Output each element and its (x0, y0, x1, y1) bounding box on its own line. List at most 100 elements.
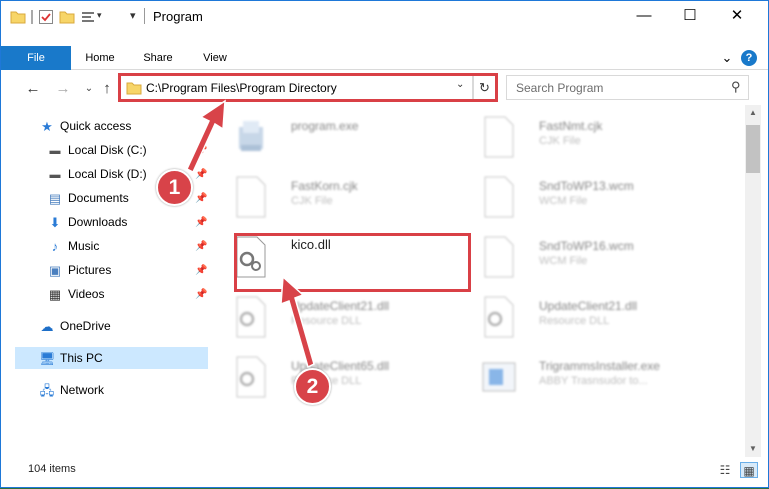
file-item[interactable]: UpdateClient21.dll Resource DLL (233, 289, 478, 347)
scroll-thumb[interactable] (746, 125, 760, 173)
item-count: 104 items (28, 463, 76, 475)
tab-home[interactable]: Home (77, 46, 123, 70)
title-separator (144, 8, 145, 24)
drive-icon: ▬ (49, 144, 61, 157)
step-2-callout: 2 (294, 368, 331, 405)
ribbon-tabs: File Home Share View ⌄ ? (1, 46, 768, 70)
vertical-scrollbar[interactable]: ▲ ▼ (745, 105, 761, 457)
file-item[interactable]: SndToWP16.wcm WCM File (481, 229, 726, 287)
file-type: WCM File (539, 255, 588, 267)
drive-icon: ▬ (49, 168, 61, 181)
videos-icon: ▦ (48, 286, 62, 302)
sidebar-item-label: Music (68, 239, 100, 253)
sidebar-item-music[interactable]: ♪ Music (47, 235, 209, 257)
new-folder-icon[interactable] (59, 9, 75, 25)
file-item[interactable]: program.exe (233, 109, 478, 167)
pin-icon[interactable]: 📌 (195, 241, 207, 252)
sidebar-item-label: Local Disk (C:) (68, 143, 147, 157)
file-explorer-window: ▾ ▾ Program — ☐ ✕ File Home Share View ⌄… (0, 0, 769, 488)
sidebar-item-label: Documents (68, 191, 129, 205)
sidebar-item-label: Videos (68, 287, 105, 301)
computer-icon: 🖥 (39, 350, 56, 366)
pin-icon[interactable]: 📌 (195, 289, 207, 300)
star-icon: ★ (41, 118, 53, 134)
sidebar-item-onedrive[interactable]: ☁ OneDrive (39, 315, 209, 337)
sidebar-item-label: Local Disk (D:) (68, 167, 147, 181)
properties-icon[interactable] (38, 9, 54, 25)
sidebar-item-label: Pictures (68, 263, 112, 277)
scroll-up-icon[interactable]: ▲ (745, 105, 761, 121)
file-type: ABBY Trasnsudor to... (539, 375, 648, 387)
address-highlight-box (118, 73, 498, 102)
dll-settings-icon (236, 296, 266, 338)
maximize-button[interactable]: ☐ (667, 1, 713, 32)
file-name: FastNmt.cjk (539, 119, 603, 133)
tab-file[interactable]: File (1, 46, 71, 70)
help-icon[interactable]: ? (741, 50, 757, 66)
file-type: CJK File (291, 195, 333, 207)
file-name: UpdateClient21.dll (539, 299, 638, 313)
expand-ribbon-icon[interactable]: ⌄ (719, 46, 735, 70)
file-item[interactable]: UpdateClient21.dll Resource DLL (481, 289, 726, 347)
folder-icon (10, 11, 26, 24)
file-item[interactable]: TrigrammsInstaller.exe ABBY Trasnsudor t… (481, 349, 726, 407)
sidebar-item-this-pc[interactable]: 🖥 This PC (15, 347, 208, 369)
pin-icon[interactable]: 📌 (195, 169, 207, 180)
file-type: WCM File (539, 195, 588, 207)
forward-button[interactable]: → (53, 79, 73, 99)
dll-settings-icon (484, 296, 514, 338)
document-icon (236, 176, 266, 218)
dll-settings-icon (236, 356, 266, 398)
back-button[interactable]: ← (23, 79, 43, 99)
minimize-button[interactable]: — (621, 1, 667, 32)
file-item[interactable]: UpdateClient65.dll Resource DLL (233, 349, 478, 407)
search-icon[interactable]: ⚲ (731, 79, 741, 95)
tab-share[interactable]: Share (135, 46, 181, 70)
customize-icon[interactable] (80, 9, 96, 25)
sidebar-item-label: Downloads (68, 215, 128, 229)
qa-dropdown-icon[interactable]: ▾ (97, 10, 102, 21)
file-name: UpdateClient21.dll (291, 299, 390, 313)
sidebar-item-label: Quick access (60, 119, 132, 133)
pin-icon[interactable]: 📌 (195, 265, 207, 276)
installer-icon (482, 362, 516, 392)
cloud-icon: ☁ (40, 318, 54, 334)
window-title: Program (153, 9, 203, 24)
scroll-down-icon[interactable]: ▼ (745, 441, 761, 457)
step-1-callout: 1 (156, 169, 193, 206)
sidebar-item-videos[interactable]: ▦ Videos (47, 283, 209, 305)
pin-icon[interactable]: 📌 (195, 217, 207, 228)
sidebar-item-pictures[interactable]: ▣ Pictures (47, 259, 209, 281)
pictures-icon: ▣ (48, 262, 62, 278)
documents-icon: ▤ (48, 190, 62, 206)
sidebar-item-downloads[interactable]: ⬇ Downloads (47, 211, 209, 233)
tab-view[interactable]: View (192, 46, 238, 70)
status-bar: 104 items ☷ ▦ (1, 457, 768, 487)
file-type: Resource DLL (291, 315, 362, 327)
document-icon (484, 176, 514, 218)
sidebar-item-local-disk-c[interactable]: ▬ Local Disk (C:) (47, 139, 209, 161)
file-item[interactable]: FastKorn.cjk CJK File (233, 169, 478, 227)
up-button[interactable]: ↑ (97, 79, 117, 99)
title-bar: ▾ ▾ Program — ☐ ✕ (1, 1, 768, 32)
close-button[interactable]: ✕ (714, 1, 760, 32)
sidebar-item-network[interactable]: 🖧 Network (39, 379, 209, 401)
sidebar-item-label: OneDrive (60, 319, 111, 333)
pin-icon[interactable]: 📌 (195, 193, 207, 204)
search-input[interactable] (507, 76, 727, 99)
file-item[interactable]: SndToWP13.wcm WCM File (481, 169, 726, 227)
details-view-button[interactable]: ☷ (716, 462, 734, 478)
installer-icon (239, 121, 263, 151)
file-item[interactable]: FastNmt.cjk CJK File (481, 109, 726, 167)
file-name: SndToWP13.wcm (539, 179, 634, 193)
chevron-down-icon[interactable]: ▾ (130, 9, 136, 22)
navigation-bar: ← → ⌄ ↑ C:\Program Files\Program Directo… (1, 73, 768, 105)
file-name: program.exe (291, 119, 359, 133)
search-box[interactable]: ⚲ (506, 75, 749, 100)
recent-locations-button[interactable]: ⌄ (79, 79, 99, 99)
sidebar-item-quick-access[interactable]: ★ Quick access (39, 115, 209, 137)
sidebar-item-label: Network (60, 383, 105, 397)
pin-icon[interactable]: 📌 (195, 145, 207, 156)
large-icons-view-button[interactable]: ▦ (740, 462, 758, 478)
file-highlight-box (234, 233, 471, 292)
